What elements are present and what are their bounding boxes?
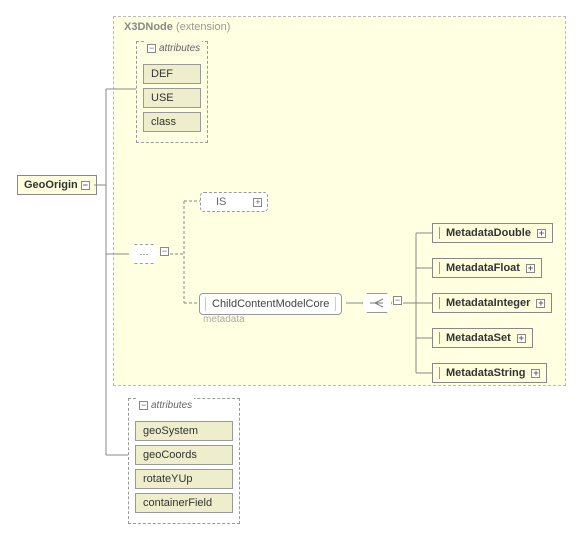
is-label: IS	[216, 196, 226, 208]
sequence-dots: ⋯	[140, 249, 149, 260]
attribute-use[interactable]: USE	[143, 88, 201, 108]
attribute-geosystem[interactable]: geoSystem	[135, 421, 233, 441]
attribute-class[interactable]: class	[143, 112, 201, 132]
collapse-icon[interactable]: −	[81, 181, 90, 190]
root-node-geoorigin[interactable]: GeoOrigin −	[17, 175, 97, 195]
attribute-geocoords[interactable]: geoCoords	[135, 445, 233, 465]
extension-title: X3DNode (extension)	[124, 21, 230, 33]
child-content-caption: metadata	[203, 314, 245, 325]
metadata-float[interactable]: MetadataFloat +	[432, 258, 542, 278]
attributes-box-bottom: − attributes geoSystem geoCoords rotateY…	[128, 398, 240, 524]
expand-icon[interactable]: +	[526, 264, 535, 273]
is-node[interactable]: IS +	[200, 192, 268, 212]
attribute-rotateyup[interactable]: rotateYUp	[135, 469, 233, 489]
expand-icon[interactable]: +	[536, 299, 545, 308]
attributes-heading-top: − attributes	[145, 41, 202, 56]
metadata-set[interactable]: MetadataSet +	[432, 328, 533, 348]
metadata-string[interactable]: MetadataString +	[432, 363, 547, 383]
collapse-icon[interactable]: −	[160, 247, 169, 256]
connector-switch-icon	[362, 293, 392, 313]
collapse-icon[interactable]: −	[147, 44, 156, 53]
attributes-heading-bottom: − attributes	[137, 398, 194, 413]
attribute-def[interactable]: DEF	[143, 64, 201, 84]
root-node-label: GeoOrigin	[24, 179, 78, 191]
connector-choice-icon: ⋯	[129, 244, 159, 264]
collapse-icon[interactable]: −	[139, 401, 148, 410]
child-content-label: ChildContentModelCore	[212, 298, 329, 310]
child-content-model-core[interactable]: ChildContentModelCore	[199, 293, 342, 315]
metadata-double[interactable]: MetadataDouble +	[432, 223, 553, 243]
expand-icon[interactable]: +	[517, 334, 526, 343]
expand-icon[interactable]: +	[253, 198, 262, 207]
attributes-box-top: − attributes DEF USE class	[136, 41, 208, 143]
attribute-containerfield[interactable]: containerField	[135, 493, 233, 513]
expand-icon[interactable]: +	[531, 369, 540, 378]
metadata-integer[interactable]: MetadataInteger +	[432, 293, 552, 313]
expand-icon[interactable]: +	[537, 229, 546, 238]
collapse-icon[interactable]: −	[393, 296, 402, 305]
